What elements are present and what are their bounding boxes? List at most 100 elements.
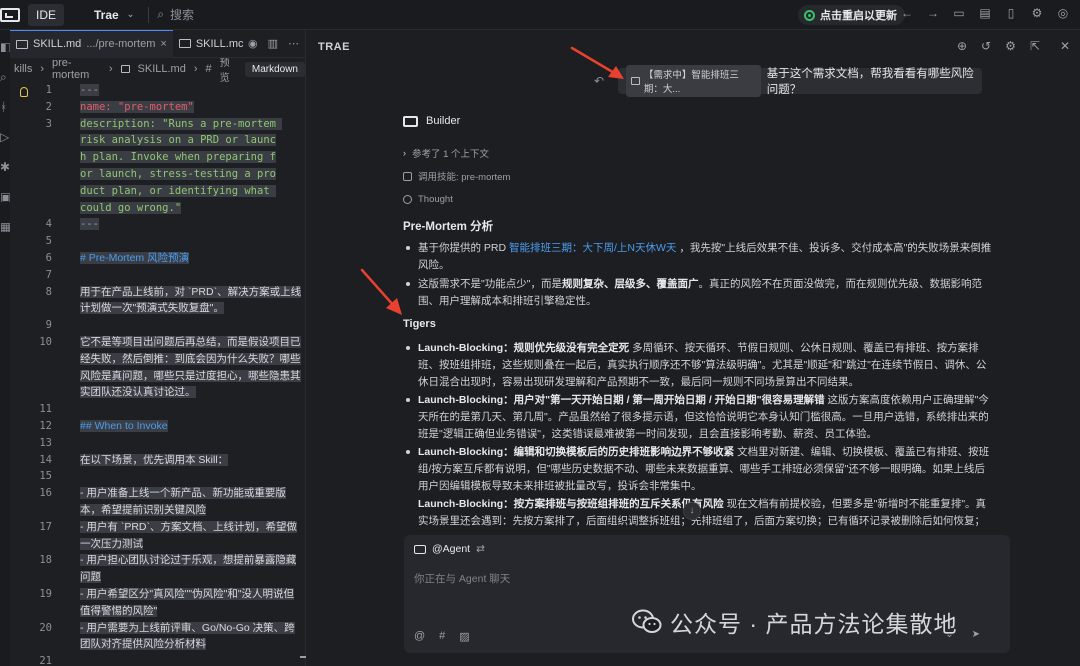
builder-logo-icon	[403, 115, 418, 127]
line-text: - 用户有 `PRD`、方案文档、上线计划，希望做一次压力测试	[80, 520, 297, 550]
line-text: # Pre-Mortem 风险预演	[80, 252, 190, 264]
remote-icon[interactable]: ▣	[0, 190, 10, 202]
breadcrumb-item[interactable]: SKILL.md	[138, 63, 186, 75]
switch-agent-icon[interactable]: ⇄	[476, 543, 485, 555]
more-icon[interactable]: ⋯	[288, 37, 299, 50]
context-chip-label: 【需求中】智能排班三期：大...	[643, 70, 739, 95]
close-icon[interactable]: ×	[160, 38, 166, 50]
breadcrumb-item[interactable]: pre-mortem	[52, 57, 101, 81]
app-menu-button[interactable]: Trae ⌄	[94, 8, 134, 22]
chat-toolbar: ⊕ ↺ ⚙ ⇱ ✕	[957, 39, 1070, 53]
close-icon[interactable]: ✕	[1060, 39, 1070, 53]
line-text: 它不是等项目出问题后再总结，而是假设项目已经失败，然后倒推：到底会因为什么失败？…	[80, 336, 301, 399]
document-icon	[631, 77, 640, 85]
line-number: 20	[39, 621, 52, 634]
list-item: Launch-Blocking：按方案排班与按班组排班的互斥关系仍有风险 现在文…	[418, 496, 992, 530]
skill-icon	[403, 171, 412, 181]
line-text: description: "Runs a pre-mortem risk ana…	[80, 117, 283, 214]
layout-bottom-icon[interactable]: ▤	[978, 6, 992, 20]
account-icon[interactable]: ◎	[1056, 6, 1070, 20]
explorer-icon[interactable]: ◧	[0, 40, 10, 52]
line-number: 5	[45, 235, 52, 248]
update-label: 点击重启以更新	[820, 10, 897, 22]
scroll-to-bottom-button[interactable]: ↓	[683, 502, 701, 520]
line-text: - 用户希望区分"真风险""伪风险"和"没人明说但值得警惕的风险"	[80, 588, 295, 617]
agent-mention[interactable]: @Agent ⇄	[414, 543, 485, 555]
list-item: Launch-Blocking：编辑和切换模板后的历史排班影响边界不够收紧 文档…	[406, 444, 992, 494]
history-icon[interactable]: ↺	[981, 39, 991, 53]
app-name: Trae	[94, 7, 119, 22]
chevron-down-icon: ⌄	[126, 9, 135, 19]
settings-gear-icon[interactable]: ⚙	[1005, 39, 1016, 53]
line-number: 14	[39, 453, 52, 466]
line-number: 6	[45, 252, 52, 264]
search-icon: ⌕	[157, 7, 164, 21]
annotation-arrow-icon	[570, 46, 624, 79]
search-box[interactable]: ⌕ 搜索	[157, 6, 194, 23]
line-number: 16	[39, 487, 52, 500]
split-editor-icon[interactable]: ▥	[268, 37, 278, 50]
search-icon[interactable]: ⌕	[0, 70, 10, 82]
watermark-text: 公众号 · 产品方法论集散地	[670, 611, 958, 637]
thought-toggle[interactable]: Thought	[403, 194, 453, 205]
line-number: 8	[45, 285, 52, 298]
extensions-icon[interactable]: ▦	[0, 220, 10, 232]
agent-logo-icon	[414, 544, 426, 554]
line-text: - 用户担心团队讨论过于乐观，想提前暴露隐藏问题	[80, 554, 297, 584]
list-item: Launch-Blocking：规则优先级没有完全定死 多周循环、按天循环、节假…	[406, 340, 992, 390]
editor-tab-tools: ◉ ▥ ⋯	[248, 37, 299, 50]
tab-name: SKILL.mc	[195, 37, 244, 50]
line-text: ---	[80, 218, 99, 231]
divider	[148, 6, 150, 23]
search-placeholder: 搜索	[169, 8, 194, 22]
line-text: ## When to Invoke	[80, 420, 168, 432]
line-number: 17	[39, 520, 52, 533]
debug-icon[interactable]: ✱	[0, 160, 10, 172]
thought-icon	[403, 195, 412, 204]
line-text: ---	[80, 84, 99, 96]
open-external-icon[interactable]: ⇱	[1030, 39, 1040, 53]
settings-gear-icon[interactable]: ⚙	[1030, 6, 1044, 20]
ide-mode-button[interactable]: IDE	[28, 3, 65, 26]
chevron-right-icon: ›	[193, 63, 198, 75]
at-mention-icon[interactable]: @	[414, 630, 425, 643]
send-icon[interactable]: ➤	[972, 629, 980, 640]
breadcrumb-item[interactable]: #	[206, 63, 212, 75]
tab-path: .../pre-mortem	[86, 38, 156, 50]
eye-icon[interactable]: ◉	[248, 37, 258, 50]
run-icon[interactable]: ▷	[0, 130, 10, 142]
line-text: name: "pre-mortem"	[80, 100, 194, 113]
arrow-right-icon[interactable]: →	[926, 6, 940, 20]
context-reference-toggle[interactable]: › 参考了 1 个上下文	[403, 146, 489, 160]
activity-bar: ◧ ⌕ ᚼ ▷ ✱ ▣ ▦	[0, 30, 10, 666]
title-bar: IDE Trae ⌄ ⌕ 搜索 点击重启以更新 ← → ▭ ▤ ▯ ⚙ ◎	[0, 0, 1080, 30]
trae-logo-icon	[0, 7, 20, 22]
layout-right-icon[interactable]: ▯	[1004, 6, 1018, 20]
skill-invocation[interactable]: 调用技能: pre-mortem	[403, 169, 510, 183]
restart-update-button[interactable]: 点击重启以更新	[798, 5, 905, 25]
chevron-right-icon: ›	[108, 63, 113, 75]
arrow-left-icon[interactable]: ←	[900, 6, 914, 20]
hash-context-icon[interactable]: #	[439, 630, 445, 643]
chat-input[interactable]: 你正在与 Agent 聊天	[414, 571, 510, 586]
watermark: 公众号 · 产品方法论集散地	[632, 605, 957, 639]
image-upload-icon[interactable]: ▨	[459, 630, 469, 643]
context-chip[interactable]: 【需求中】智能排班三期：大...	[626, 65, 761, 97]
tab-name: SKILL.md	[33, 38, 82, 50]
markdown-mode-button[interactable]: Markdown	[244, 61, 305, 77]
line-number: 15	[39, 470, 52, 483]
wechat-logo-icon	[632, 609, 662, 633]
breadcrumb-item[interactable]: kills	[14, 63, 32, 75]
tab-skill-md-2[interactable]: SKILL.mc	[173, 30, 250, 58]
line-number: 3	[45, 117, 52, 130]
code-area[interactable]: 1 --- 2 name: "pre-mortem" 3 description…	[10, 82, 306, 666]
layout-left-icon[interactable]: ▭	[952, 6, 966, 20]
lightbulb-icon[interactable]	[20, 87, 28, 97]
line-number: 21	[39, 655, 52, 666]
new-chat-icon[interactable]: ⊕	[957, 39, 967, 53]
preview-button[interactable]: 预览	[220, 54, 237, 84]
line-number: 9	[45, 319, 52, 332]
tab-skill-md-pre-mortem[interactable]: SKILL.md .../pre-mortem ×	[10, 29, 173, 58]
prd-link[interactable]: 智能排班三期：大下周/上N天休W天	[509, 242, 676, 254]
source-control-icon[interactable]: ᚼ	[0, 100, 10, 112]
